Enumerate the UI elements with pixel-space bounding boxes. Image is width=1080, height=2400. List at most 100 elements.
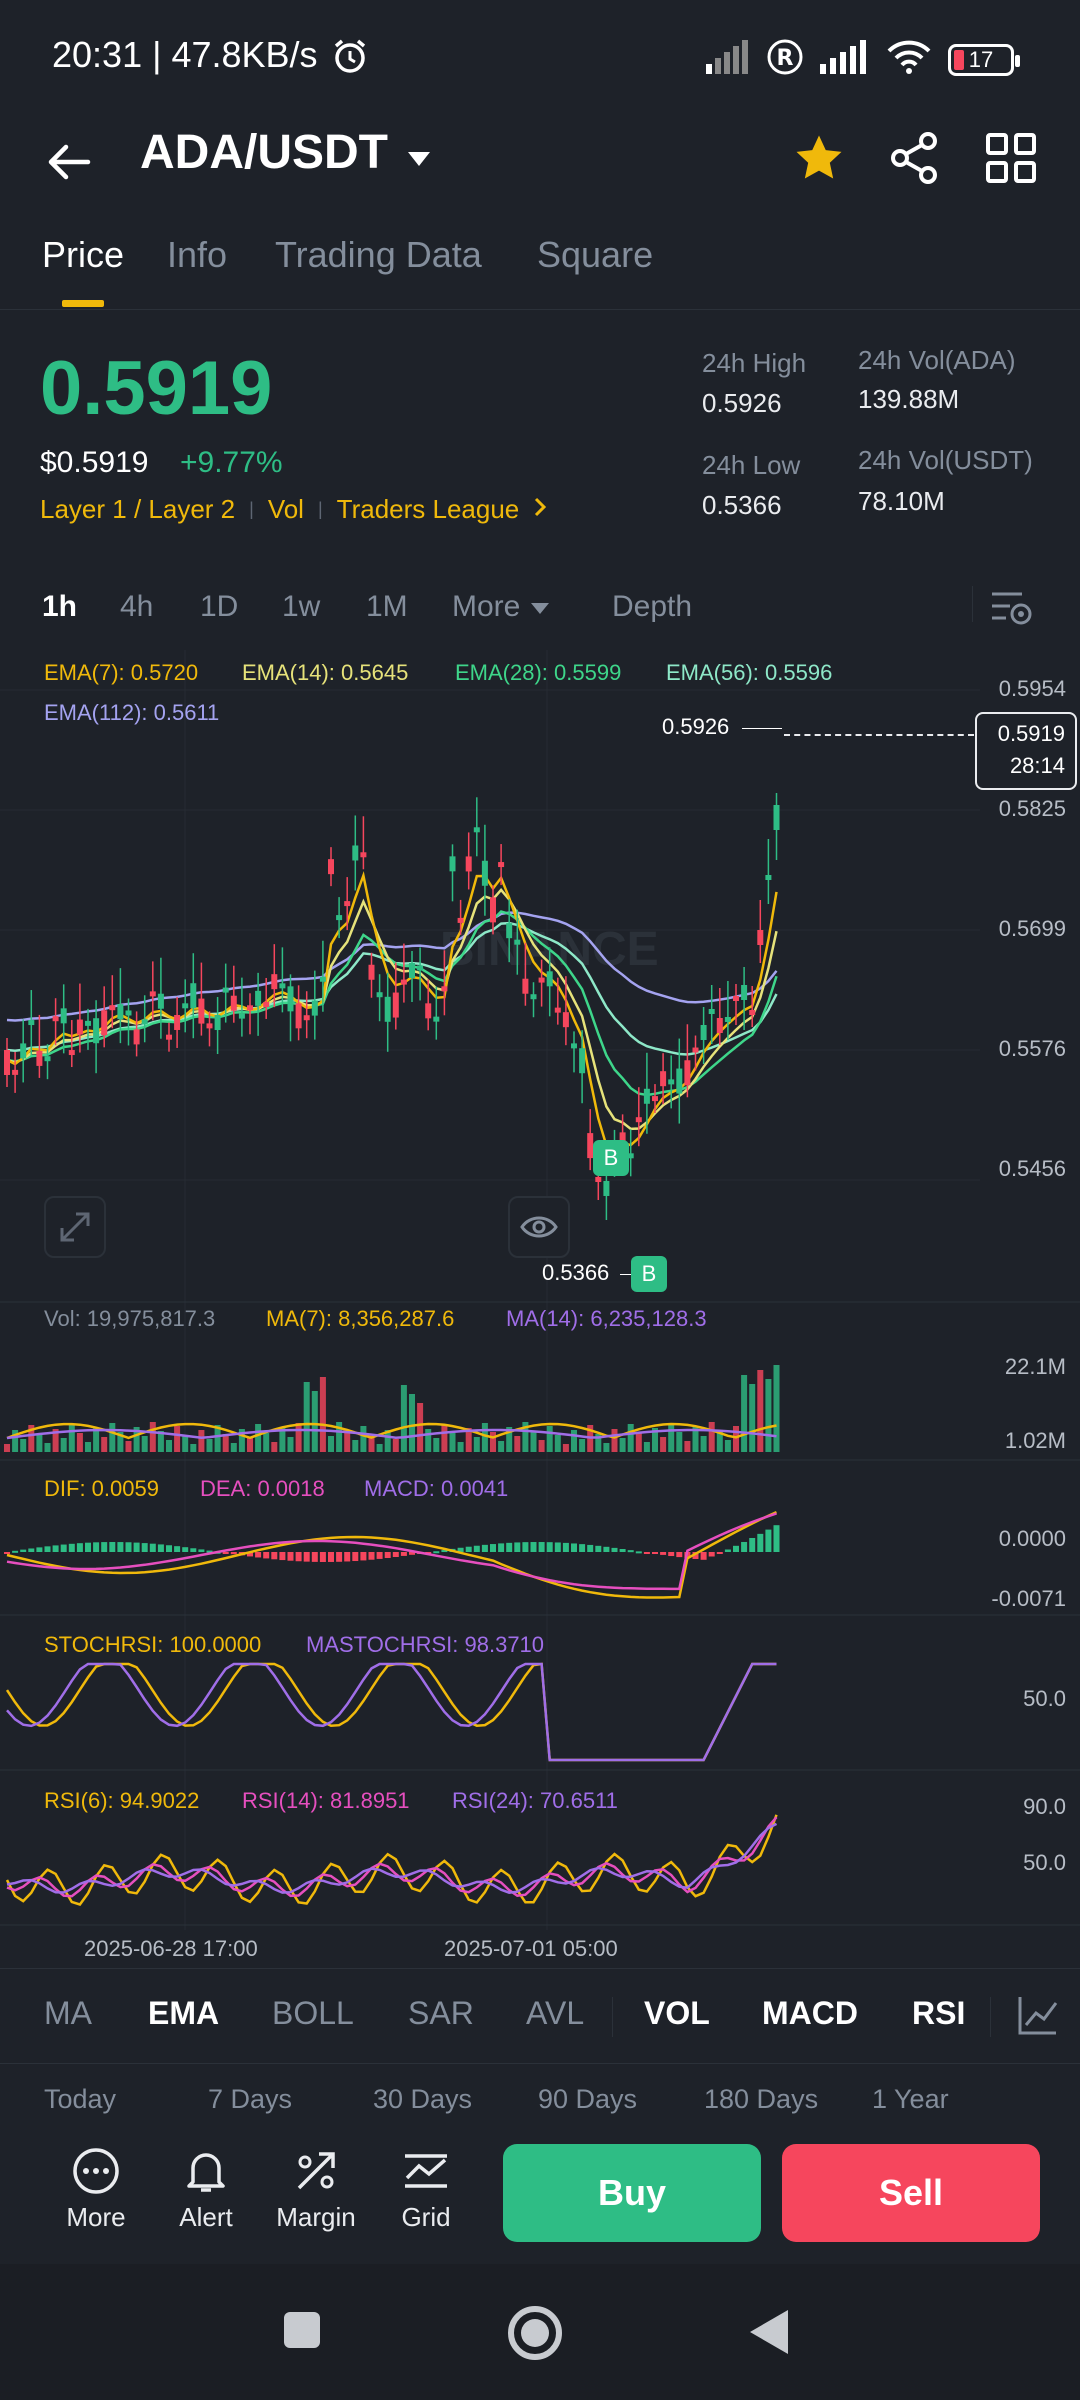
indicator-boll[interactable]: BOLL bbox=[272, 1995, 354, 2032]
candle bbox=[400, 979, 407, 985]
indicator-vol[interactable]: VOL bbox=[644, 1995, 710, 2032]
current-price-tag: 0.5919 bbox=[997, 721, 1065, 746]
candle bbox=[643, 1088, 650, 1104]
indicator-ema[interactable]: EMA bbox=[148, 1995, 219, 2032]
interval-1h[interactable]: 1h bbox=[42, 590, 77, 624]
candle bbox=[392, 992, 399, 1018]
candle bbox=[522, 978, 529, 994]
volume-bar bbox=[85, 1442, 91, 1452]
alarm-icon bbox=[330, 36, 370, 81]
candle bbox=[481, 860, 488, 886]
interval-4h[interactable]: 4h bbox=[120, 590, 153, 624]
vol-axis-1: 22.1M bbox=[1004, 1354, 1066, 1379]
svg-text:R: R bbox=[777, 46, 794, 71]
page-tabs: Price Info Trading Data Square bbox=[0, 230, 1080, 310]
macd-histogram-bar bbox=[716, 1552, 723, 1554]
recents-icon[interactable] bbox=[282, 2310, 322, 2355]
macd-histogram-bar bbox=[490, 1544, 496, 1552]
interval-1m[interactable]: 1M bbox=[366, 590, 408, 624]
volume-bar bbox=[4, 1444, 10, 1452]
tag-vol[interactable]: Vol bbox=[268, 494, 304, 525]
back-nav-icon[interactable] bbox=[748, 2308, 790, 2361]
volume-bar bbox=[149, 1422, 156, 1452]
signal-icon-2 bbox=[820, 40, 870, 79]
indicator-rsi[interactable]: RSI bbox=[912, 1995, 965, 2032]
macd-histogram-bar bbox=[109, 1542, 116, 1552]
alert-button[interactable]: Alert bbox=[156, 2146, 256, 2233]
macd-histogram-bar bbox=[384, 1552, 391, 1558]
back-arrow-icon[interactable] bbox=[44, 137, 94, 192]
grid-menu-icon[interactable] bbox=[984, 131, 1038, 190]
candle bbox=[473, 827, 480, 833]
signal-icon bbox=[706, 40, 750, 79]
grid-button[interactable]: Grid bbox=[376, 2146, 476, 2233]
range-today[interactable]: Today bbox=[44, 2084, 116, 2115]
favorite-star-icon[interactable] bbox=[792, 131, 846, 190]
candle bbox=[190, 983, 197, 1009]
vol-base-value: 139.88M bbox=[858, 384, 960, 414]
system-nav-bar bbox=[0, 2264, 1080, 2400]
vol-axis-2: 1.02M bbox=[1004, 1428, 1066, 1453]
top-bar: ADA/USDT bbox=[0, 115, 1080, 235]
tab-price[interactable]: Price bbox=[42, 234, 124, 276]
interval-depth[interactable]: Depth bbox=[612, 590, 692, 624]
price-chart[interactable]: BINANCE EMA(7): 0.5720 EMA(14): 0.5645 E… bbox=[0, 648, 1080, 1968]
candle bbox=[319, 976, 326, 982]
candle bbox=[546, 971, 553, 987]
tag-traders-league[interactable]: Traders League bbox=[337, 494, 520, 525]
candle bbox=[441, 986, 448, 992]
volume-bar bbox=[344, 1431, 351, 1452]
candle bbox=[538, 977, 545, 983]
range-30-days[interactable]: 30 Days bbox=[373, 2084, 472, 2115]
candle bbox=[182, 1003, 189, 1009]
macd-histogram-bar bbox=[255, 1552, 262, 1558]
indicator-macd[interactable]: MACD bbox=[762, 1995, 858, 2032]
indicator-ma[interactable]: MA bbox=[44, 1995, 92, 2032]
more-button[interactable]: More bbox=[46, 2146, 146, 2233]
tab-info[interactable]: Info bbox=[167, 234, 227, 276]
home-icon[interactable] bbox=[506, 2304, 564, 2367]
volume-bar bbox=[109, 1423, 116, 1452]
share-icon[interactable] bbox=[888, 131, 942, 190]
ema7-label: EMA(7): 0.5720 bbox=[44, 660, 199, 685]
tab-trading-data[interactable]: Trading Data bbox=[275, 234, 482, 276]
indicator-settings-icon[interactable] bbox=[1016, 1993, 1060, 2042]
pair-selector[interactable]: ADA/USDT bbox=[140, 125, 432, 180]
candle bbox=[198, 998, 205, 1024]
tab-square[interactable]: Square bbox=[537, 234, 653, 276]
macd-histogram-bar bbox=[538, 1542, 545, 1552]
macd-histogram-bar bbox=[222, 1552, 229, 1554]
volume-bar bbox=[141, 1436, 148, 1452]
candle bbox=[328, 859, 334, 875]
chart-settings-icon[interactable] bbox=[990, 588, 1034, 633]
indicator-avl[interactable]: AVL bbox=[526, 1995, 584, 2032]
macd-histogram-bar bbox=[182, 1547, 189, 1552]
visibility-button[interactable] bbox=[508, 1196, 570, 1258]
fullscreen-button[interactable] bbox=[44, 1196, 106, 1258]
usd-price: $0.5919 bbox=[40, 446, 149, 479]
macd-histogram-bar bbox=[28, 1548, 35, 1552]
battery-icon: 17 bbox=[948, 43, 1020, 76]
margin-button[interactable]: Margin bbox=[266, 2146, 366, 2233]
macd-histogram-bar bbox=[36, 1547, 43, 1552]
ema28-label: EMA(28): 0.5599 bbox=[455, 660, 622, 685]
range-90-days[interactable]: 90 Days bbox=[538, 2084, 637, 2115]
dif-label: DIF: 0.0059 bbox=[44, 1476, 159, 1501]
sell-button[interactable]: Sell bbox=[782, 2144, 1040, 2242]
candle bbox=[28, 1020, 35, 1026]
candle bbox=[676, 1068, 683, 1094]
range-1-year[interactable]: 1 Year bbox=[872, 2084, 949, 2115]
macd-histogram-bar bbox=[530, 1542, 537, 1552]
indicator-sar[interactable]: SAR bbox=[408, 1995, 474, 2032]
candle bbox=[255, 990, 262, 1006]
interval-1d[interactable]: 1D bbox=[200, 590, 238, 624]
range-7-days[interactable]: 7 Days bbox=[208, 2084, 292, 2115]
rsi24-line bbox=[6, 1822, 778, 1894]
range-180-days[interactable]: 180 Days bbox=[704, 2084, 818, 2115]
interval-more[interactable]: More bbox=[452, 590, 550, 624]
macd-histogram-bar bbox=[311, 1552, 318, 1562]
buy-button[interactable]: Buy bbox=[503, 2144, 761, 2242]
tag-layer[interactable]: Layer 1 / Layer 2 bbox=[40, 494, 235, 525]
time-label-2: 2025-07-01 05:00 bbox=[444, 1936, 618, 1961]
interval-1w[interactable]: 1w bbox=[282, 590, 320, 624]
